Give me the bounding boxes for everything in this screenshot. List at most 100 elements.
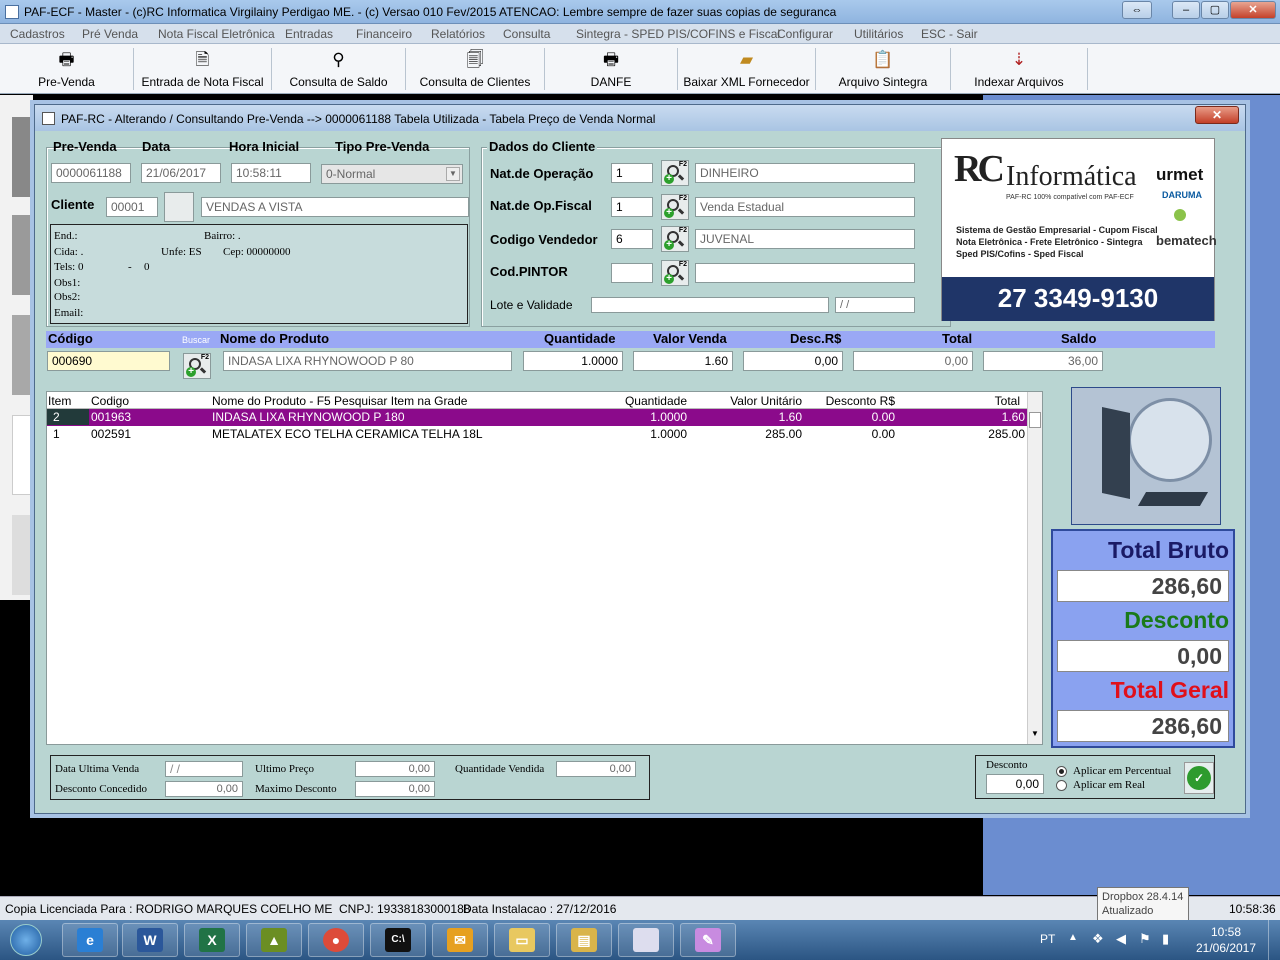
radio-real[interactable] — [1056, 780, 1067, 791]
minimize-button[interactable]: – — [1172, 1, 1200, 19]
cliente-search-button[interactable] — [164, 192, 194, 222]
codigo-input[interactable]: 000690 — [47, 351, 170, 371]
taskbar-app-outlook[interactable]: ✉ — [432, 923, 488, 957]
menu-relatorios[interactable]: Relatórios — [431, 27, 485, 41]
vendedor-desc-field[interactable]: JUVENAL — [695, 229, 915, 249]
total-field[interactable]: 0,00 — [853, 351, 973, 371]
menu-entradas[interactable]: Entradas — [285, 27, 333, 41]
data-ultima-venda-field[interactable]: / / — [165, 761, 243, 777]
lote-field[interactable] — [591, 297, 829, 313]
cliente-codigo-field[interactable]: 00001 — [106, 197, 158, 217]
clock-time[interactable]: 10:58 — [1190, 925, 1262, 939]
taskbar-app-word[interactable]: W — [122, 923, 178, 957]
language-indicator[interactable]: PT — [1040, 932, 1055, 946]
danfe-button[interactable]: 🖶 DANFE — [545, 44, 677, 94]
col-nome[interactable]: Nome do Produto - F5 Pesquisar Item na G… — [212, 394, 467, 408]
table-row[interactable]: 1 002591 METALATEX ECO TELHA CERAMICA TE… — [47, 426, 1027, 443]
menu-sair[interactable]: ESC - Sair — [921, 27, 978, 41]
confirm-button[interactable]: ✓ — [1184, 762, 1214, 794]
restore-icon[interactable]: ⇔ — [1122, 1, 1152, 19]
dados-cliente-title: Dados do Cliente — [487, 139, 598, 154]
tray-expand-icon[interactable]: ▲ — [1068, 932, 1078, 943]
baixar-xml-button[interactable]: ▰ Baixar XML Fornecedor — [678, 44, 815, 94]
hora-field[interactable]: 10:58:11 — [231, 163, 311, 183]
maximize-button[interactable]: ▢ — [1201, 1, 1229, 19]
radio-percentual[interactable] — [1056, 766, 1067, 777]
entrada-nota-fiscal-button[interactable]: 🗎 Entrada de Nota Fiscal — [134, 44, 271, 94]
taskbar-app-explorer[interactable]: ▤ — [556, 923, 612, 957]
desconto-concedido-field[interactable]: 0,00 — [165, 781, 243, 797]
menu-financeiro[interactable]: Financeiro — [356, 27, 412, 41]
pintor-search-button[interactable]: + F2 — [661, 260, 689, 286]
taskbar-app-chrome[interactable]: ● — [308, 923, 364, 957]
maximo-desconto-field[interactable]: 0,00 — [355, 781, 435, 797]
col-total[interactable]: Total — [897, 394, 1020, 408]
taskbar-app-excel[interactable]: X — [184, 923, 240, 957]
nome-produto-field[interactable]: INDASA LIXA RHYNOWOOD P 80 — [223, 351, 512, 371]
table-row[interactable]: 2 001963 INDASA LIXA RHYNOWOOD P 180 1.0… — [47, 409, 1027, 426]
saldo-field[interactable]: 36,00 — [983, 351, 1103, 371]
grid-header: Item Codigo Nome do Produto - F5 Pesquis… — [47, 392, 1027, 409]
nat-fiscal-search-button[interactable]: + F2 — [661, 194, 689, 220]
vendedor-search-button[interactable]: + F2 — [661, 226, 689, 252]
pre-venda-number-field[interactable]: 0000061188 — [51, 163, 131, 183]
items-grid[interactable]: Item Codigo Nome do Produto - F5 Pesquis… — [46, 391, 1043, 745]
ultimo-preco-field[interactable]: 0,00 — [355, 761, 435, 777]
col-valor-unitario[interactable]: Valor Unitário — [687, 394, 802, 408]
nat-operacao-desc-field[interactable]: DINHEIRO — [695, 163, 915, 183]
dialog-close-button[interactable]: ✕ — [1195, 106, 1239, 124]
menu-sintegra[interactable]: Sintegra - SPED PIS/COFINS e Fiscal — [576, 27, 780, 41]
nat-fiscal-code-field[interactable]: 1 — [611, 197, 653, 217]
col-desconto[interactable]: Desconto R$ — [802, 394, 895, 408]
show-desktop-button[interactable] — [1268, 920, 1280, 960]
flag-icon[interactable]: ⚑ — [1139, 931, 1151, 947]
cliente-nome-field[interactable]: VENDAS A VISTA — [201, 197, 469, 217]
consulta-saldo-button[interactable]: ⚲ Consulta de Saldo — [272, 44, 405, 94]
endereco-panel: End.: Bairro: . Cida: . Unfe: ES Cep: 00… — [50, 224, 468, 324]
taskbar-app-paint[interactable]: ✎ — [680, 923, 736, 957]
nat-fiscal-desc-field[interactable]: Venda Estadual — [695, 197, 915, 217]
grid-scrollbar[interactable]: ▼ — [1027, 392, 1042, 744]
menu-cadastros[interactable]: Cadastros — [10, 27, 65, 41]
indexar-arquivos-button[interactable]: ⇣ Indexar Arquivos — [951, 44, 1087, 94]
dropbox-tray-icon[interactable]: ❖ — [1092, 931, 1104, 947]
quantidade-input[interactable]: 1.0000 — [523, 351, 623, 371]
speaker-icon[interactable]: ◀ — [1116, 931, 1126, 947]
menu-configurar[interactable]: Configurar — [777, 27, 833, 41]
validade-field[interactable]: / / — [835, 297, 915, 313]
taskbar-app-ie[interactable]: e — [62, 923, 118, 957]
taskbar-app-green[interactable]: ▲ — [246, 923, 302, 957]
pintor-desc-field[interactable] — [695, 263, 915, 283]
col-quantidade[interactable]: Quantidade — [587, 394, 687, 408]
col-codigo[interactable]: Codigo — [91, 394, 129, 408]
valor-venda-input[interactable]: 1.60 — [633, 351, 733, 371]
nat-operacao-code-field[interactable]: 1 — [611, 163, 653, 183]
pre-venda-button[interactable]: 🖶 Pre-Venda — [0, 44, 133, 94]
start-button[interactable] — [10, 924, 42, 956]
taskbar-app-cmd[interactable]: C:\ — [370, 923, 426, 957]
data-field[interactable]: 21/06/2017 — [141, 163, 221, 183]
pintor-code-field[interactable] — [611, 263, 653, 283]
buscar-produto-button[interactable]: + F2 — [183, 353, 211, 379]
tipo-pre-venda-select[interactable]: 0-Normal ▼ — [321, 164, 463, 184]
quantidade-vendida-field[interactable]: 0,00 — [556, 761, 636, 777]
arquivo-sintegra-button[interactable]: 📋 Arquivo Sintegra — [816, 44, 950, 94]
menu-pre-venda[interactable]: Pré Venda — [82, 27, 138, 41]
nat-operacao-search-button[interactable]: + F2 — [661, 160, 689, 186]
chevron-down-icon[interactable]: ▼ — [446, 167, 460, 181]
close-button[interactable]: ✕ — [1230, 1, 1276, 19]
footer-desconto-input[interactable]: 0,00 — [986, 774, 1044, 794]
vendedor-code-field[interactable]: 6 — [611, 229, 653, 249]
scroll-down-icon[interactable]: ▼ — [1031, 729, 1039, 738]
desconto-input[interactable]: 0,00 — [743, 351, 843, 371]
clock-date[interactable]: 21/06/2017 — [1190, 941, 1262, 955]
menu-consulta[interactable]: Consulta — [503, 27, 550, 41]
menu-nota-fiscal[interactable]: Nota Fiscal Eletrônica — [158, 27, 275, 41]
scrollbar-thumb[interactable] — [1029, 412, 1041, 428]
menu-utilitarios[interactable]: Utilitários — [854, 27, 903, 41]
network-icon[interactable]: ▮ — [1162, 931, 1169, 947]
col-item[interactable]: Item — [48, 394, 71, 408]
consulta-clientes-button[interactable]: 🗐 Consulta de Clientes — [406, 44, 544, 94]
taskbar-app-folder[interactable]: ▭ — [494, 923, 550, 957]
taskbar-app-window[interactable] — [618, 923, 674, 957]
